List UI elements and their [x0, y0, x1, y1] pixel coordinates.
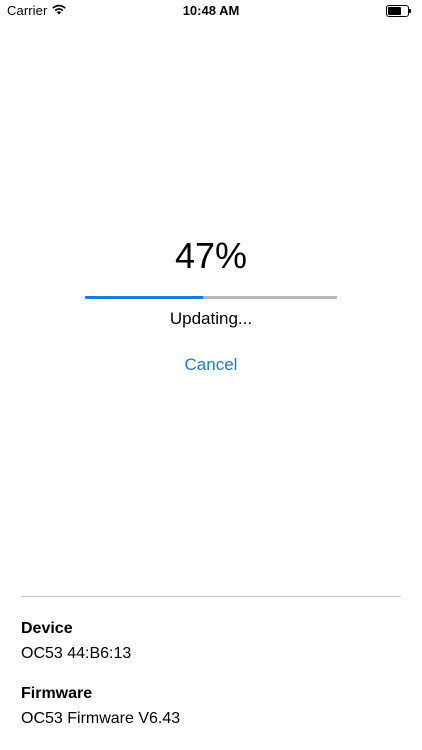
- firmware-label: Firmware: [21, 685, 93, 702]
- cancel-button[interactable]: Cancel: [161, 354, 261, 376]
- device-label: Device: [21, 620, 73, 637]
- firmware-value: OC53 Firmware V6.43: [21, 710, 181, 727]
- update-status-text: Updating...: [169, 309, 253, 328]
- battery-icon: [386, 5, 412, 17]
- device-value: OC53 44:B6:13: [21, 645, 132, 662]
- progress-percent: 47%: [174, 235, 248, 276]
- divider: [21, 596, 401, 597]
- status-bar: Carrier 10:48 AM: [0, 0, 422, 22]
- status-time: 10:48 AM: [182, 3, 240, 18]
- progress-bar-fill: [85, 296, 204, 299]
- progress-bar: [85, 296, 337, 299]
